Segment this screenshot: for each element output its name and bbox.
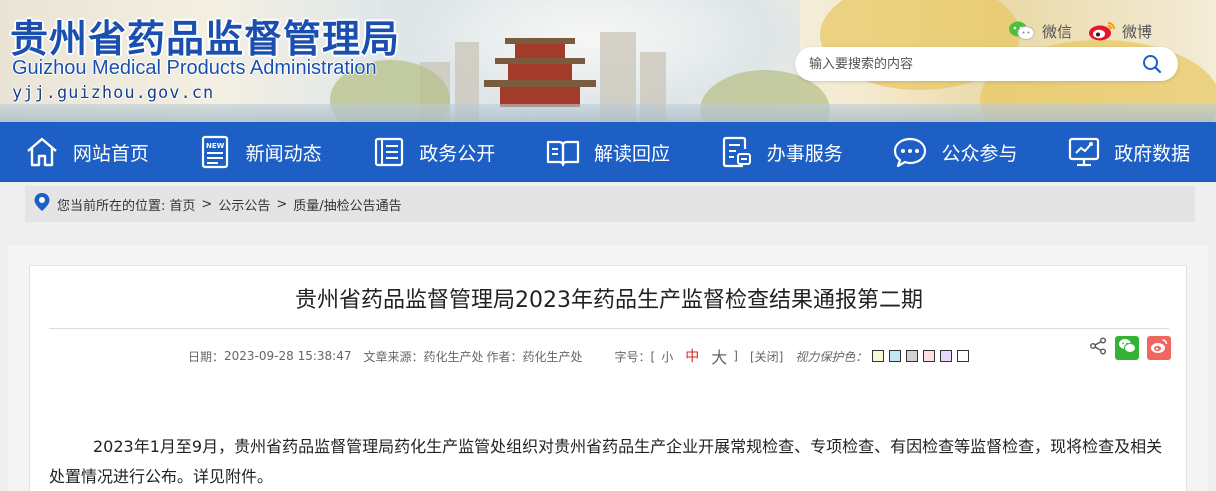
font-size-label: 字号：[ (614, 349, 656, 364)
pagoda (508, 64, 572, 80)
share-bar (1089, 336, 1171, 360)
site-title-en: Guizhou Medical Products Administration (12, 57, 377, 79)
document-icon (373, 136, 405, 168)
pagoda (484, 80, 596, 87)
article-meta: 日期： 2023-09-28 15:38:47 文章来源： 药化生产处 作者： … (188, 344, 970, 368)
font-size-close-bracket: ] (733, 349, 738, 363)
vision-color-swatch[interactable] (940, 350, 953, 362)
svg-text:NEW: NEW (206, 142, 225, 150)
nav-item-data[interactable]: 政府数据 (1042, 122, 1216, 182)
publish-date: 2023-09-28 15:38:47 (224, 349, 352, 363)
vision-color-swatch[interactable] (923, 350, 936, 362)
home-icon (25, 136, 59, 168)
service-icon (721, 135, 753, 169)
banner-water (0, 104, 1216, 122)
close-page-button[interactable]: [关闭] (750, 348, 783, 365)
data-icon (1068, 136, 1100, 168)
source-label: 文章来源： (363, 349, 424, 364)
nav-label: 政务公开 (419, 142, 496, 165)
share-icon[interactable] (1089, 337, 1107, 359)
author-label: 作者： (486, 349, 523, 364)
vision-color-swatch[interactable] (872, 350, 885, 362)
nav-item-participation[interactable]: 公众参与 (869, 122, 1043, 182)
nav-label: 办事服务 (766, 142, 843, 165)
font-size-medium-button[interactable]: 中 (685, 346, 699, 366)
article-source: 药化生产处 (423, 349, 484, 364)
search-icon[interactable] (1142, 54, 1162, 78)
wechat-link[interactable]: 微信 (1008, 20, 1072, 42)
breadcrumb-separator: > (276, 196, 288, 212)
wechat-icon (1008, 20, 1036, 42)
vision-color-swatch[interactable] (957, 350, 970, 362)
wechat-label: 微信 (1042, 22, 1073, 41)
nav-item-home[interactable]: 网站首页 (0, 122, 174, 182)
nav-item-interpretation[interactable]: 解读回应 (521, 122, 695, 182)
vision-color-swatch[interactable] (906, 350, 919, 362)
weibo-icon (1150, 338, 1168, 358)
article-body: 2023年1月至9月，贵州省药品监督管理局药化生产监管处组织对贵州省药品生产企业… (49, 437, 1163, 486)
nav-label: 新闻动态 (245, 142, 322, 165)
article-panel: 贵州省药品监督管理局2023年药品生产监督检查结果通报第二期 日期： 2023-… (29, 265, 1187, 491)
site-title[interactable]: 贵州省药品监督管理局 (10, 8, 400, 63)
nav-item-gov-info[interactable]: 政务公开 (347, 122, 521, 182)
pagoda (515, 44, 565, 58)
breadcrumb-item-quality[interactable]: 质量/抽检公告通告 (293, 195, 401, 214)
nav-label: 网站首页 (72, 142, 149, 165)
book-icon (546, 137, 580, 167)
news-icon: NEW (200, 135, 232, 169)
nav-item-news[interactable]: NEW 新闻动态 (174, 122, 348, 182)
nav-label: 公众参与 (941, 142, 1018, 165)
breadcrumb: 您当前所在的位置: 首页 > 公示公告 > 质量/抽检公告通告 (25, 186, 1195, 222)
breadcrumb-item-home[interactable]: 首页 (169, 195, 195, 214)
share-wechat-button[interactable] (1115, 336, 1139, 360)
breadcrumb-prefix: 您当前所在的位置: (57, 198, 166, 214)
weibo-icon (1088, 20, 1116, 42)
article-author: 药化生产处 (522, 349, 583, 364)
main-nav: 网站首页 NEW 新闻动态 政务公开 解读回应 办事服务 公众参与 政府数据 (0, 122, 1216, 182)
header-banner: 贵州省药品监督管理局 Guizhou Medical Products Admi… (0, 0, 1216, 122)
breadcrumb-separator: > (201, 196, 213, 212)
wechat-icon (1118, 338, 1136, 358)
font-size-small-button[interactable]: 小 (661, 348, 673, 365)
search-box (795, 47, 1178, 81)
nav-label: 政府数据 (1114, 142, 1191, 165)
site-url: yjj.guizhou.gov.cn (12, 83, 215, 103)
article-title: 贵州省药品监督管理局2023年药品生产监督检查结果通报第二期 (295, 288, 923, 313)
vision-color-label: 视力保护色： (795, 349, 868, 364)
chat-icon (893, 136, 927, 168)
title-divider (49, 328, 1169, 329)
breadcrumb-item-notices[interactable]: 公示公告 (218, 195, 270, 214)
weibo-link[interactable]: 微博 (1088, 20, 1152, 42)
date-label: 日期： (188, 349, 225, 364)
search-input[interactable] (809, 47, 1129, 81)
share-weibo-button[interactable] (1147, 336, 1171, 360)
nav-label: 解读回应 (594, 142, 671, 165)
location-pin-icon (33, 192, 51, 216)
font-size-large-button[interactable]: 大 (711, 344, 727, 368)
weibo-label: 微博 (1122, 22, 1153, 41)
nav-item-services[interactable]: 办事服务 (695, 122, 869, 182)
vision-color-swatch[interactable] (889, 350, 902, 362)
